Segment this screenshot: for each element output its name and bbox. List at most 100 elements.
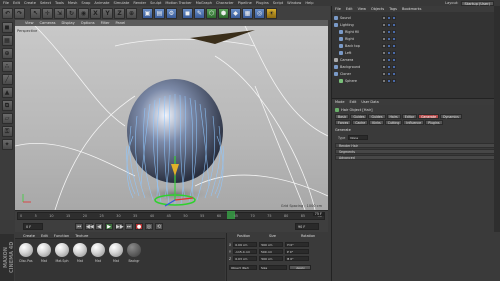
- menu-motion-tracker[interactable]: Motion Tracker: [165, 1, 191, 5]
- object-menu-edit[interactable]: Edit: [346, 7, 353, 11]
- deformer-icon[interactable]: ◆: [230, 7, 241, 19]
- cube-icon[interactable]: ◼: [182, 7, 193, 19]
- material-menu-create[interactable]: Create: [23, 234, 35, 238]
- apply-button[interactable]: Apply: [289, 265, 311, 270]
- end-frame-field[interactable]: 90 F: [295, 223, 319, 230]
- start-frame-field[interactable]: 0 F: [23, 223, 43, 230]
- texture-mode-icon[interactable]: ▦: [1, 35, 13, 46]
- menu-script[interactable]: Script: [273, 1, 283, 5]
- menu-select[interactable]: Select: [40, 1, 51, 5]
- prev-frame-button[interactable]: ◀: [95, 223, 103, 230]
- layout-select[interactable]: Startup (User): [460, 0, 494, 6]
- material-swatch[interactable]: [109, 243, 123, 257]
- material-menu-texture[interactable]: Texture: [75, 234, 88, 238]
- object-menu-bookmarks[interactable]: Bookmarks: [402, 7, 422, 11]
- material-swatch[interactable]: [19, 243, 33, 257]
- menu-sculpt[interactable]: Sculpt: [150, 1, 161, 5]
- attribute-menu-mode[interactable]: Mode: [335, 100, 345, 104]
- workplane-icon[interactable]: ▱: [1, 113, 13, 124]
- object-menu-tags[interactable]: Tags: [389, 7, 397, 11]
- sculpt-icon[interactable]: ✦: [1, 139, 13, 150]
- menu-snap[interactable]: Snap: [81, 1, 90, 5]
- object-menu-file[interactable]: File: [335, 7, 341, 11]
- size-field[interactable]: 500 cm: [259, 256, 284, 261]
- light-icon[interactable]: ☀: [266, 7, 277, 19]
- tab-generate[interactable]: Generate: [418, 114, 440, 119]
- material-swatch[interactable]: [91, 243, 105, 257]
- material-menu-function[interactable]: Function: [54, 234, 69, 238]
- coordinate-system-icon[interactable]: ⊕: [126, 7, 137, 19]
- object-row[interactable]: Sphere: [334, 78, 494, 84]
- menu-edit[interactable]: Edit: [13, 1, 20, 5]
- menu-simulate[interactable]: Simulate: [113, 1, 129, 5]
- snap-icon[interactable]: ⧉: [1, 100, 13, 111]
- rotation-field[interactable]: H 0°: [285, 242, 310, 247]
- viewport[interactable]: View Cameras Display Options Filter Panel Per…: [15, 20, 328, 210]
- menu-mesh[interactable]: Mesh: [68, 1, 77, 5]
- prev-key-button[interactable]: ◀◀: [85, 223, 94, 230]
- recent-object-icon[interactable]: ◉: [78, 7, 89, 19]
- camera-icon[interactable]: ◎: [254, 7, 265, 19]
- edges-mode-icon[interactable]: ╱: [1, 74, 13, 85]
- render-settings-icon[interactable]: ⚙: [166, 7, 177, 19]
- timeline-playhead[interactable]: [227, 211, 235, 219]
- viewport-menu-panel[interactable]: Panel: [116, 21, 126, 25]
- type-select[interactable]: None: [348, 135, 369, 140]
- tab-forces[interactable]: Forces: [335, 120, 352, 125]
- live-selection-icon[interactable]: ↖: [30, 7, 41, 19]
- viewport-menu-display[interactable]: Display: [62, 21, 75, 25]
- menu-window[interactable]: Window: [287, 1, 301, 5]
- menu-create[interactable]: Create: [24, 1, 36, 5]
- z-axis-icon[interactable]: Z: [114, 7, 125, 19]
- floor-icon[interactable]: ▦: [242, 7, 253, 19]
- object-row[interactable]: Camera: [334, 57, 494, 63]
- menu-render[interactable]: Render: [133, 1, 146, 5]
- next-frame-button[interactable]: ▶▶: [115, 223, 124, 230]
- tab-cache[interactable]: Cache: [352, 120, 369, 125]
- menu-animate[interactable]: Animate: [94, 1, 109, 5]
- x-axis-icon[interactable]: X: [90, 7, 101, 19]
- object-row[interactable]: Right: [334, 36, 494, 42]
- lock-icon[interactable]: ⚿: [1, 126, 13, 137]
- go-end-button[interactable]: ⏭: [125, 223, 133, 230]
- attribute-menu-edit[interactable]: Edit: [350, 100, 357, 104]
- object-row[interactable]: Left: [334, 50, 494, 56]
- tab-basic[interactable]: Basic: [335, 114, 350, 119]
- timeline-ruler[interactable]: 0 5 10 15 20 25 30 35 40 45 50 55 60 65 70 75 80 85 90: [17, 212, 325, 220]
- attribute-section-segments[interactable]: Segments: [335, 149, 498, 154]
- object-row[interactable]: Sound: [334, 15, 494, 21]
- move-icon[interactable]: ✛: [42, 7, 53, 19]
- object-row[interactable]: Lighting: [334, 22, 494, 28]
- tab-plugins[interactable]: Plugins: [425, 120, 443, 125]
- material-swatch[interactable]: [37, 243, 51, 257]
- undo-icon[interactable]: ↶: [2, 7, 13, 19]
- points-mode-icon[interactable]: ∴: [1, 61, 13, 72]
- go-start-button[interactable]: ⏮: [75, 223, 83, 230]
- object-row[interactable]: Background: [334, 64, 494, 70]
- subdivision-surface-icon[interactable]: ⬡: [206, 7, 217, 19]
- tab-guides[interactable]: Guides: [368, 114, 386, 119]
- object-row[interactable]: Right fill: [334, 29, 494, 35]
- viewport-menu-filter[interactable]: Filter: [101, 21, 110, 25]
- material-swatch[interactable]: [127, 243, 141, 257]
- tab-hairs[interactable]: Hairs: [386, 114, 401, 119]
- tab-influence[interactable]: Influence: [403, 120, 425, 125]
- size-field[interactable]: 500 cm: [258, 249, 283, 254]
- play-button[interactable]: ▶: [105, 223, 113, 230]
- autokey-button[interactable]: ◎: [145, 223, 153, 230]
- material-swatch[interactable]: [73, 243, 87, 257]
- pen-icon[interactable]: ✎: [194, 7, 205, 19]
- redo-icon[interactable]: ↷: [14, 7, 25, 19]
- menu-pipeline[interactable]: Pipeline: [238, 1, 252, 5]
- menu-plugins[interactable]: Plugins: [256, 1, 269, 5]
- menu-tools[interactable]: Tools: [55, 1, 64, 5]
- tab-kinks[interactable]: Kinks: [369, 120, 384, 125]
- position-field[interactable]: -115.4 cm: [232, 249, 257, 254]
- axis-mode-icon[interactable]: ⊕: [1, 48, 13, 59]
- y-axis-icon[interactable]: Y: [102, 7, 113, 19]
- viewport-menu-view[interactable]: View: [25, 21, 34, 25]
- tab-cutting[interactable]: Cutting: [384, 120, 403, 125]
- object-menu-objects[interactable]: Objects: [371, 7, 384, 11]
- loop-button[interactable]: ⟲: [155, 223, 163, 230]
- object-row[interactable]: Cloner: [334, 71, 494, 77]
